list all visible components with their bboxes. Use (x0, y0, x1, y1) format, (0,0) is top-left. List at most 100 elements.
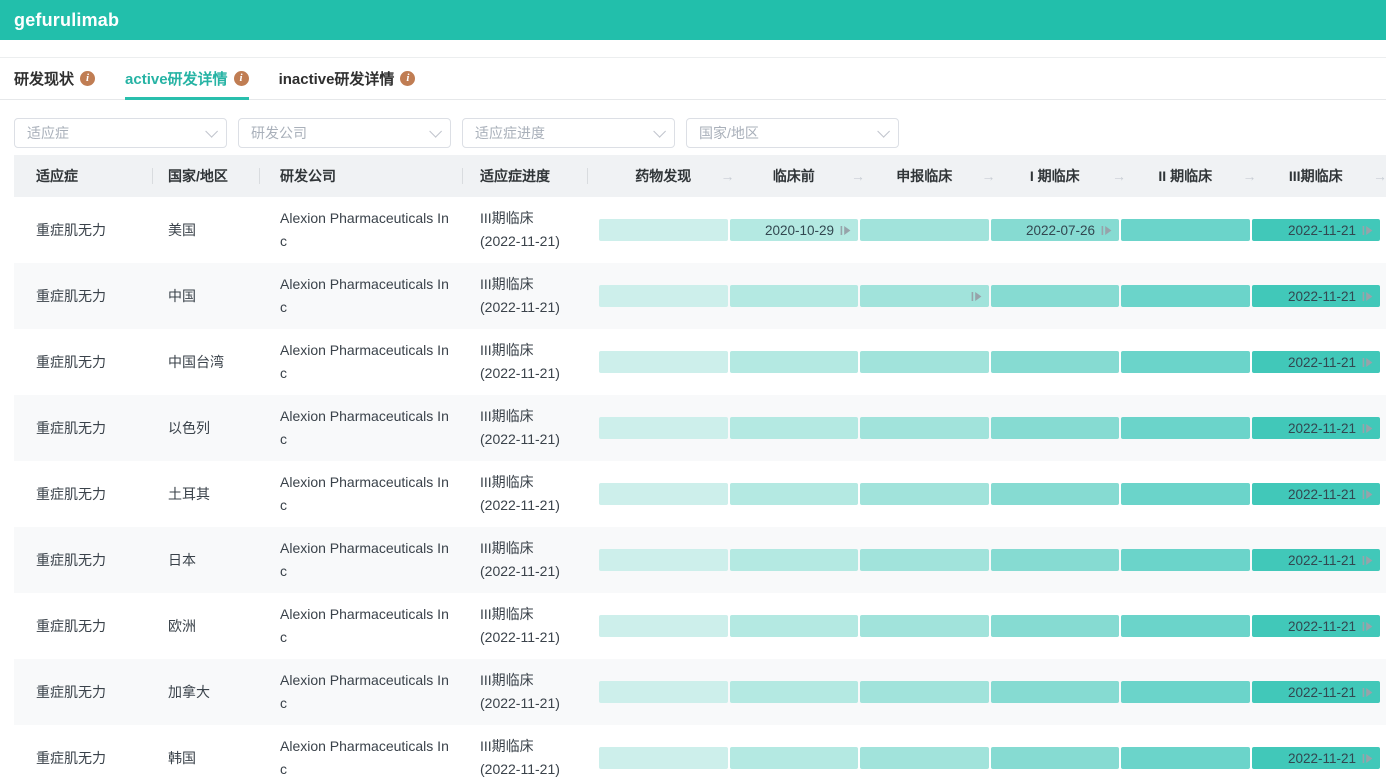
info-icon[interactable]: i (80, 71, 95, 86)
phase-bar[interactable] (730, 483, 859, 505)
phase-bar[interactable] (860, 417, 989, 439)
table-body: 重症肌无力 美国 Alexion Pharmaceuticals Inc III… (14, 197, 1386, 782)
phase-bar[interactable] (599, 615, 728, 637)
phase-bar[interactable] (730, 351, 859, 373)
cell-progress: III期临床 (2022-11-21) (462, 197, 587, 263)
phase-column-header: 药物发现 → (599, 155, 728, 197)
phase-bar[interactable] (860, 681, 989, 703)
progress-stage: III期临床 (480, 669, 560, 692)
phase-bar[interactable] (599, 417, 728, 439)
info-icon[interactable]: i (234, 71, 249, 86)
table-row: 重症肌无力 欧洲 Alexion Pharmaceuticals Inc III… (14, 593, 1386, 659)
phase-bar[interactable] (730, 549, 859, 571)
phase-bar[interactable] (1121, 219, 1250, 241)
expand-icon (1362, 489, 1373, 500)
phase-bar[interactable] (599, 483, 728, 505)
phase-bar[interactable] (599, 747, 728, 769)
bar-date: 2022-11-21 (1288, 487, 1356, 502)
expand-icon (1362, 753, 1373, 764)
phase-bar[interactable] (730, 681, 859, 703)
phase-bar[interactable] (860, 615, 989, 637)
phase-bar[interactable] (599, 549, 728, 571)
phase-bar[interactable] (991, 351, 1120, 373)
phase-bar[interactable] (860, 285, 989, 307)
phase-bar[interactable] (1121, 417, 1250, 439)
phase-bar[interactable]: 2022-11-21 (1252, 615, 1381, 637)
phase-bar[interactable] (860, 351, 989, 373)
filter-progress[interactable]: 适应症进度 (462, 118, 675, 148)
cell-progress: III期临床 (2022-11-21) (462, 593, 587, 659)
phase-bar[interactable] (599, 285, 728, 307)
phase-label: 申报临床 (896, 166, 952, 186)
phase-bar[interactable]: 2020-10-29 (730, 219, 859, 241)
phase-bar[interactable] (860, 219, 989, 241)
progress-date: (2022-11-21) (480, 230, 560, 253)
phase-bar[interactable] (730, 417, 859, 439)
progress-stage: III期临床 (480, 735, 560, 758)
tab-label: 研发现状 (14, 68, 74, 89)
phase-bar[interactable] (599, 681, 728, 703)
table-row: 重症肌无力 中国台湾 Alexion Pharmaceuticals Inc I… (14, 329, 1386, 395)
cell-company: Alexion Pharmaceuticals Inc (259, 659, 462, 725)
phase-bar[interactable] (1121, 549, 1250, 571)
expand-icon (1362, 687, 1373, 698)
phase-bar[interactable] (1121, 285, 1250, 307)
phase-bar[interactable] (860, 549, 989, 571)
filter-company[interactable]: 研发公司 (238, 118, 451, 148)
phase-bars: 2022-11-21 (599, 527, 1380, 593)
phase-bar[interactable]: 2022-11-21 (1252, 549, 1381, 571)
phase-bar[interactable]: 2022-11-21 (1252, 417, 1381, 439)
phase-bar[interactable] (991, 285, 1120, 307)
cell-indication: 重症肌无力 (14, 659, 152, 725)
phase-bar[interactable] (730, 747, 859, 769)
progress-date: (2022-11-21) (480, 758, 560, 781)
phase-bar[interactable] (991, 417, 1120, 439)
phase-bar[interactable] (991, 615, 1120, 637)
phase-bar[interactable] (860, 483, 989, 505)
phase-bar[interactable] (1121, 351, 1250, 373)
phase-bar[interactable]: 2022-11-21 (1252, 483, 1381, 505)
phase-bar[interactable] (599, 219, 728, 241)
company-name: Alexion Pharmaceuticals Inc (280, 603, 450, 649)
phase-bar[interactable] (1121, 615, 1250, 637)
progress-date: (2022-11-21) (480, 296, 560, 319)
progress-stage: III期临床 (480, 537, 560, 560)
phase-bar[interactable] (991, 681, 1120, 703)
phase-bar[interactable] (599, 351, 728, 373)
tab-inactive-rd-details[interactable]: inactive研发详情 i (279, 58, 416, 99)
phase-bar[interactable] (991, 549, 1120, 571)
phase-bar[interactable]: 2022-11-21 (1252, 285, 1381, 307)
phase-bar[interactable] (1121, 483, 1250, 505)
phase-bar[interactable]: 2022-11-21 (1252, 219, 1381, 241)
progress-date: (2022-11-21) (480, 560, 560, 583)
header-spacer (0, 40, 1386, 57)
tab-rd-status[interactable]: 研发现状 i (14, 58, 95, 99)
cell-company: Alexion Pharmaceuticals Inc (259, 527, 462, 593)
phase-bar[interactable]: 2022-11-21 (1252, 681, 1381, 703)
cell-region: 以色列 (152, 395, 259, 461)
phase-bar[interactable] (1121, 681, 1250, 703)
company-name: Alexion Pharmaceuticals Inc (280, 207, 450, 253)
phase-bar[interactable] (860, 747, 989, 769)
cell-company: Alexion Pharmaceuticals Inc (259, 197, 462, 263)
phase-bar[interactable] (991, 747, 1120, 769)
phase-bars: 2022-11-21 (599, 395, 1380, 461)
phase-bar[interactable] (1121, 747, 1250, 769)
phase-label: III期临床 (1289, 166, 1343, 186)
phase-bar[interactable] (730, 615, 859, 637)
company-name: Alexion Pharmaceuticals Inc (280, 339, 450, 385)
info-icon[interactable]: i (400, 71, 415, 86)
bar-date: 2022-11-21 (1288, 751, 1356, 766)
filter-region[interactable]: 国家/地区 (686, 118, 899, 148)
tab-active-rd-details[interactable]: active研发详情 i (125, 58, 249, 99)
app-header: gefurulimab (0, 0, 1386, 40)
phase-bar[interactable]: 2022-11-21 (1252, 351, 1381, 373)
phase-bar[interactable] (991, 483, 1120, 505)
phase-bar[interactable]: 2022-11-21 (1252, 747, 1381, 769)
filter-indication[interactable]: 适应症 (14, 118, 227, 148)
phase-label: 药物发现 (635, 166, 691, 186)
phase-bar[interactable] (730, 285, 859, 307)
phase-bar[interactable]: 2022-07-26 (991, 219, 1120, 241)
bar-date: 2022-11-21 (1288, 553, 1356, 568)
phase-bars: 2022-11-21 (599, 461, 1380, 527)
